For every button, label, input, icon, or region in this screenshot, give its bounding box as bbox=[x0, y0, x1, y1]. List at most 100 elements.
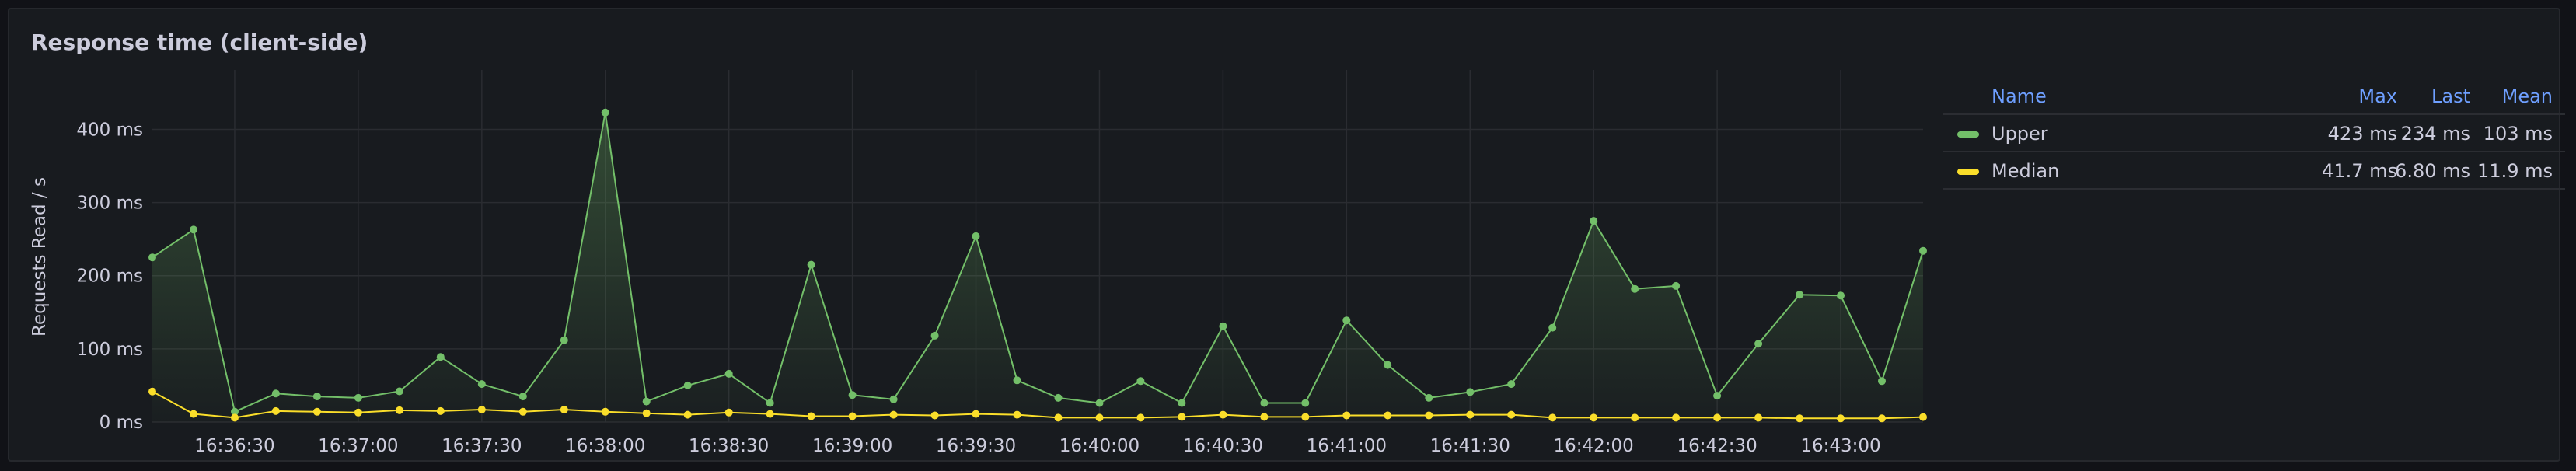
data-point-median bbox=[1672, 413, 1681, 422]
data-point-upper bbox=[190, 225, 197, 234]
data-point-upper bbox=[683, 381, 692, 389]
data-point-upper bbox=[724, 369, 733, 378]
data-point-median bbox=[1095, 413, 1104, 422]
x-tick-label: 16:39:00 bbox=[812, 436, 892, 456]
data-point-upper bbox=[807, 260, 815, 269]
data-point-upper bbox=[1796, 291, 1804, 299]
x-tick-label: 16:38:30 bbox=[689, 436, 769, 456]
x-tick-label: 16:41:30 bbox=[1430, 436, 1510, 456]
data-point-upper bbox=[1095, 399, 1104, 407]
data-point-upper bbox=[1507, 380, 1516, 389]
x-tick-label: 16:36:30 bbox=[194, 436, 274, 456]
data-point-median bbox=[642, 409, 651, 417]
data-point-upper bbox=[477, 380, 486, 389]
data-point-median bbox=[1466, 410, 1475, 419]
y-tick-label: 200 ms bbox=[76, 267, 143, 287]
x-tick-label: 16:37:30 bbox=[442, 436, 522, 456]
data-point-median bbox=[848, 412, 857, 420]
legend-row-upper[interactable]: Upper 423 ms 234 ms 103 ms bbox=[1943, 115, 2565, 152]
data-point-median bbox=[1754, 413, 1763, 422]
data-point-upper bbox=[1548, 323, 1557, 332]
data-point-median bbox=[271, 406, 280, 415]
data-point-median bbox=[436, 406, 445, 415]
legend-header-last[interactable]: Last bbox=[2431, 85, 2470, 107]
data-point-median bbox=[1178, 413, 1186, 421]
x-tick-label: 16:42:30 bbox=[1677, 436, 1757, 456]
data-point-upper bbox=[518, 392, 527, 401]
data-point-median bbox=[972, 410, 980, 418]
data-point-median bbox=[1260, 413, 1269, 421]
y-tick-label: 300 ms bbox=[76, 194, 143, 214]
x-tick-label: 16:43:00 bbox=[1800, 436, 1880, 456]
y-tick-label: 100 ms bbox=[76, 340, 143, 360]
data-point-median bbox=[1631, 413, 1639, 422]
data-point-upper bbox=[601, 108, 609, 117]
legend-swatch-upper bbox=[1957, 131, 1979, 138]
legend-name-upper[interactable]: Upper bbox=[1991, 123, 2048, 145]
data-point-median bbox=[1590, 413, 1598, 422]
data-point-upper bbox=[1919, 246, 1927, 255]
response-time-chart: 0 ms 100 ms 200 ms 300 ms 400 ms 16:36:30 16:3… bbox=[30, 70, 1927, 456]
data-point-upper bbox=[1425, 393, 1433, 402]
data-point-median bbox=[807, 412, 815, 420]
data-point-upper bbox=[1260, 399, 1269, 407]
data-point-median bbox=[1878, 414, 1886, 423]
data-point-median bbox=[148, 387, 156, 396]
data-point-median bbox=[1054, 413, 1063, 422]
legend-max-median: 41.7 ms bbox=[2322, 160, 2397, 182]
response-time-panel: Response time (client-side) 0 ms 100 ms 20… bbox=[8, 8, 2565, 462]
data-point-upper bbox=[1136, 377, 1145, 386]
legend-row-median[interactable]: Median 41.7 ms 6.80 ms 11.9 ms bbox=[1943, 152, 2565, 190]
data-point-median bbox=[231, 413, 239, 422]
data-point-upper bbox=[972, 232, 980, 240]
legend-last-median: 6.80 ms bbox=[2395, 160, 2470, 182]
data-point-upper bbox=[1342, 316, 1351, 325]
x-tick-label: 16:42:00 bbox=[1554, 436, 1634, 456]
data-point-median bbox=[1013, 410, 1021, 419]
legend-header-name[interactable]: Name bbox=[1991, 85, 2047, 107]
data-point-upper bbox=[312, 392, 321, 401]
data-point-upper bbox=[848, 391, 857, 399]
data-point-upper bbox=[1713, 392, 1722, 400]
x-tick-label: 16:38:00 bbox=[565, 436, 645, 456]
data-point-median bbox=[477, 406, 486, 413]
data-point-median bbox=[1342, 411, 1351, 420]
x-tick-label: 16:37:00 bbox=[318, 436, 398, 456]
data-point-median bbox=[1301, 413, 1310, 421]
data-point-median bbox=[683, 410, 692, 419]
data-point-upper bbox=[1301, 399, 1310, 407]
legend-last-upper: 234 ms bbox=[2400, 123, 2470, 145]
data-point-upper bbox=[1013, 376, 1021, 385]
data-point-upper bbox=[436, 353, 445, 361]
data-point-upper bbox=[1590, 217, 1598, 225]
data-point-upper bbox=[1672, 281, 1681, 290]
data-point-median bbox=[766, 410, 774, 418]
legend-max-upper: 423 ms bbox=[2327, 123, 2397, 145]
data-point-median bbox=[1384, 411, 1392, 420]
data-point-median bbox=[1219, 410, 1227, 419]
data-point-median bbox=[560, 406, 568, 413]
data-point-median bbox=[395, 406, 403, 414]
data-point-upper bbox=[1384, 361, 1392, 369]
legend-header-max[interactable]: Max bbox=[2358, 85, 2397, 107]
data-point-median bbox=[1796, 414, 1804, 423]
data-point-median bbox=[601, 407, 609, 416]
y-tick-label: 0 ms bbox=[99, 413, 143, 433]
data-point-median bbox=[1713, 413, 1722, 422]
data-point-upper bbox=[1837, 291, 1845, 300]
data-point-upper bbox=[1054, 393, 1063, 402]
data-point-upper bbox=[395, 387, 403, 396]
data-point-upper bbox=[1219, 322, 1227, 330]
data-point-median bbox=[889, 410, 898, 419]
data-point-upper bbox=[766, 399, 774, 407]
data-point-upper bbox=[1466, 388, 1475, 396]
data-point-median bbox=[1507, 410, 1516, 419]
legend-name-median[interactable]: Median bbox=[1991, 160, 2059, 182]
data-point-upper bbox=[354, 393, 362, 402]
data-point-median bbox=[518, 407, 527, 416]
data-point-median bbox=[354, 408, 362, 417]
x-tick-label: 16:39:30 bbox=[936, 436, 1016, 456]
data-point-upper bbox=[1631, 284, 1639, 293]
legend-header-mean[interactable]: Mean bbox=[2502, 85, 2553, 107]
data-point-median bbox=[190, 410, 197, 418]
